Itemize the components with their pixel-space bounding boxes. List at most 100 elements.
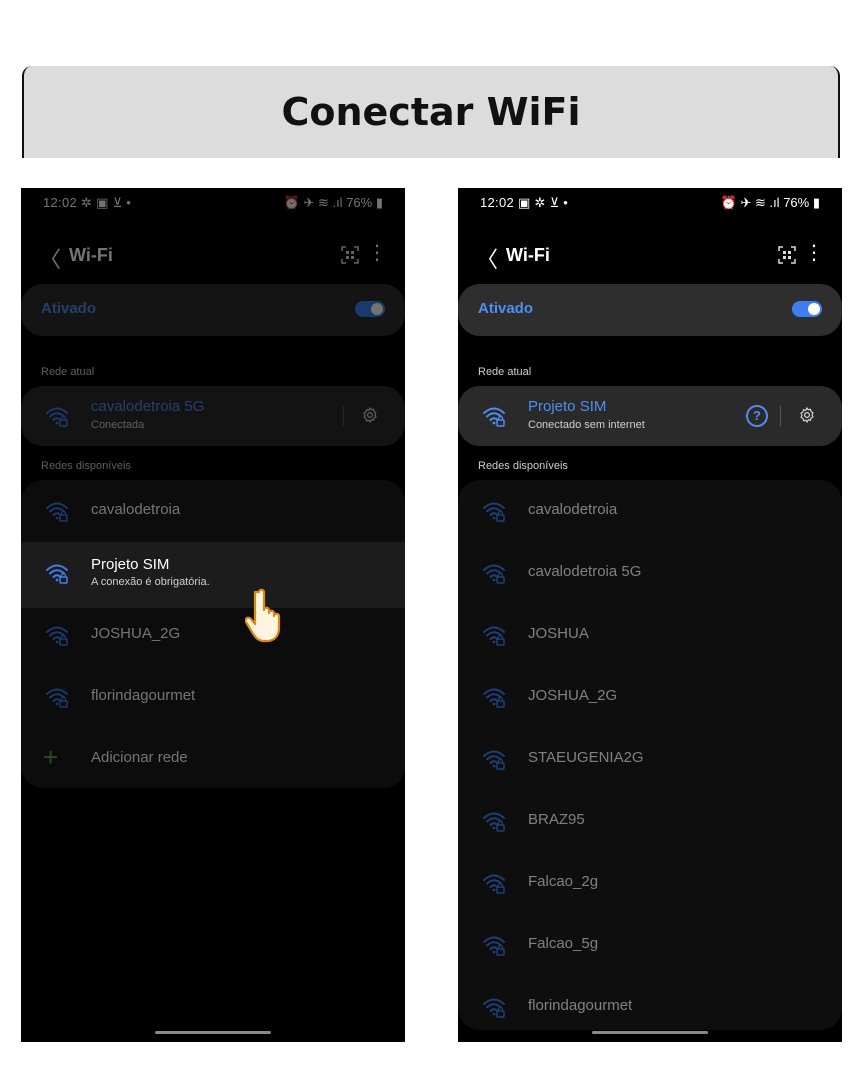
network-name: JOSHUA_2G	[528, 687, 618, 704]
wifi-lock-icon	[45, 562, 69, 584]
wifi-toggle-row[interactable]: Ativado	[458, 284, 842, 336]
back-chevron-icon[interactable]: 〈	[39, 242, 61, 274]
current-network-card[interactable]: cavalodetroia 5G Conectada	[21, 386, 405, 446]
qr-scan-icon[interactable]	[341, 246, 359, 264]
wifi-lock-icon	[45, 686, 69, 708]
status-bar: 12:02 ▣ ✲ ⊻ • ⏰ ✈ ≋ .ıl 76% ▮	[458, 188, 842, 218]
status-right: ⏰ ✈ ≋ .ıl 76% ▮	[284, 195, 383, 211]
phone-screen-left: 12:02 ✲ ▣ ⊻ • ⏰ ✈ ≋ .ıl 76% ▮ 〈 Wi-Fi ⋮ …	[21, 188, 405, 1042]
status-bar: 12:02 ✲ ▣ ⊻ • ⏰ ✈ ≋ .ıl 76% ▮	[21, 188, 405, 218]
wifi-lock-icon	[482, 405, 506, 427]
plus-icon: +	[43, 742, 59, 772]
wifi-lock-icon	[482, 810, 506, 832]
network-row[interactable]: florindagourmet	[458, 976, 842, 1030]
wifi-lock-icon	[482, 624, 506, 646]
app-bar: 〈 Wi-Fi ⋮	[21, 236, 405, 276]
home-indicator[interactable]	[592, 1031, 708, 1034]
back-chevron-icon[interactable]: 〈	[476, 242, 498, 274]
more-vert-icon[interactable]: ⋮	[367, 243, 387, 263]
current-network-heading: Rede atual	[41, 366, 95, 378]
home-indicator[interactable]	[155, 1031, 271, 1034]
add-network-label: Adicionar rede	[91, 749, 188, 766]
status-time: 12:02	[480, 195, 515, 210]
gear-icon[interactable]	[361, 406, 379, 424]
network-row[interactable]: STAEUGENIA2G	[458, 728, 842, 790]
current-network-status: Conectado sem internet	[528, 419, 645, 431]
wifi-lock-icon	[482, 872, 506, 894]
help-icon[interactable]: ?	[746, 405, 768, 427]
network-name: Projeto SIM	[91, 556, 170, 573]
divider	[343, 406, 344, 426]
network-name: cavalodetroia	[528, 501, 618, 518]
banner-title: Conectar WiFi	[281, 90, 581, 134]
app-bar: 〈 Wi-Fi ⋮	[458, 236, 842, 276]
network-name: florindagourmet	[528, 997, 633, 1014]
network-name: cavalodetroia 5G	[528, 563, 642, 580]
network-name: STAEUGENIA2G	[528, 749, 644, 766]
wifi-lock-icon	[45, 624, 69, 646]
wifi-lock-icon	[482, 686, 506, 708]
more-vert-icon[interactable]: ⋮	[804, 243, 824, 263]
network-row[interactable]: cavalodetroia	[21, 480, 405, 542]
network-name: florindagourmet	[91, 687, 196, 704]
status-notification-icons: ✲ ▣ ⊻ •	[80, 195, 132, 210]
network-row[interactable]: cavalodetroia	[458, 480, 842, 542]
network-name: JOSHUA	[528, 625, 589, 642]
network-row[interactable]: florindagourmet	[21, 666, 405, 728]
network-row[interactable]: Falcao_5g	[458, 914, 842, 976]
network-name: BRAZ95	[528, 811, 585, 828]
current-network-status: Conectada	[91, 419, 145, 431]
status-time: 12:02	[43, 195, 78, 210]
battery-icon: ▮	[375, 195, 383, 210]
network-row[interactable]: JOSHUA	[458, 604, 842, 666]
current-network-name: cavalodetroia 5G	[91, 398, 205, 415]
network-name: JOSHUA_2G	[91, 625, 181, 642]
wifi-toggle-row[interactable]: Ativado	[21, 284, 405, 336]
wifi-lock-icon	[482, 748, 506, 770]
wifi-lock-icon	[482, 934, 506, 956]
wifi-lock-icon	[482, 500, 506, 522]
network-row[interactable]: Falcao_2g	[458, 852, 842, 914]
wifi-lock-icon	[45, 500, 69, 522]
switch-knob	[371, 303, 383, 315]
page-title: Wi-Fi	[69, 245, 113, 265]
wifi-lock-icon	[482, 996, 506, 1018]
available-networks-list: cavalodetroia Projeto SIM A conexão é ob…	[21, 480, 405, 788]
phone-screen-right: 12:02 ▣ ✲ ⊻ • ⏰ ✈ ≋ .ıl 76% ▮ 〈 Wi-Fi ⋮ …	[458, 188, 842, 1042]
network-name: Falcao_5g	[528, 935, 599, 952]
network-row[interactable]: Projeto SIM A conexão é obrigatória.	[21, 542, 405, 604]
toggle-label: Ativado	[478, 300, 534, 317]
wifi-lock-icon	[45, 405, 69, 427]
current-network-card[interactable]: Projeto SIM Conectado sem internet ?	[458, 386, 842, 446]
network-name: Falcao_2g	[528, 873, 599, 890]
hand-pointer-icon	[245, 588, 281, 643]
gear-icon[interactable]	[798, 406, 816, 424]
title-banner: Conectar WiFi	[22, 66, 840, 158]
network-row[interactable]: JOSHUA_2G	[458, 666, 842, 728]
signal-icon: ⏰ ✈ ≋ .ıl	[283, 195, 347, 210]
current-network-heading: Rede atual	[478, 366, 532, 378]
wifi-switch[interactable]	[355, 301, 385, 317]
network-row[interactable]: BRAZ95	[458, 790, 842, 852]
divider	[780, 406, 781, 426]
available-networks-heading: Redes disponíveis	[478, 460, 568, 472]
status-notification-icons: ▣ ✲ ⊻ •	[517, 195, 569, 210]
wifi-switch[interactable]	[792, 301, 822, 317]
battery-level: 76%	[346, 195, 373, 210]
network-row[interactable]: JOSHUA_2G	[21, 604, 405, 666]
network-row[interactable]: cavalodetroia 5G	[458, 542, 842, 604]
battery-icon: ▮	[812, 195, 820, 210]
network-note: A conexão é obrigatória.	[91, 576, 210, 588]
signal-icon: ⏰ ✈ ≋ .ıl	[720, 195, 784, 210]
page-title: Wi-Fi	[506, 245, 550, 265]
available-networks-heading: Redes disponíveis	[41, 460, 131, 472]
add-network-row[interactable]: + Adicionar rede	[21, 728, 405, 788]
status-right: ⏰ ✈ ≋ .ıl 76% ▮	[721, 195, 820, 211]
status-left: 12:02 ▣ ✲ ⊻ •	[480, 195, 568, 211]
toggle-label: Ativado	[41, 300, 97, 317]
available-networks-list: cavalodetroia cavalodetroia 5G JOSHUA JO…	[458, 480, 842, 1030]
qr-scan-icon[interactable]	[778, 246, 796, 264]
switch-knob	[808, 303, 820, 315]
current-network-name: Projeto SIM	[528, 398, 607, 415]
network-name: cavalodetroia	[91, 501, 181, 518]
